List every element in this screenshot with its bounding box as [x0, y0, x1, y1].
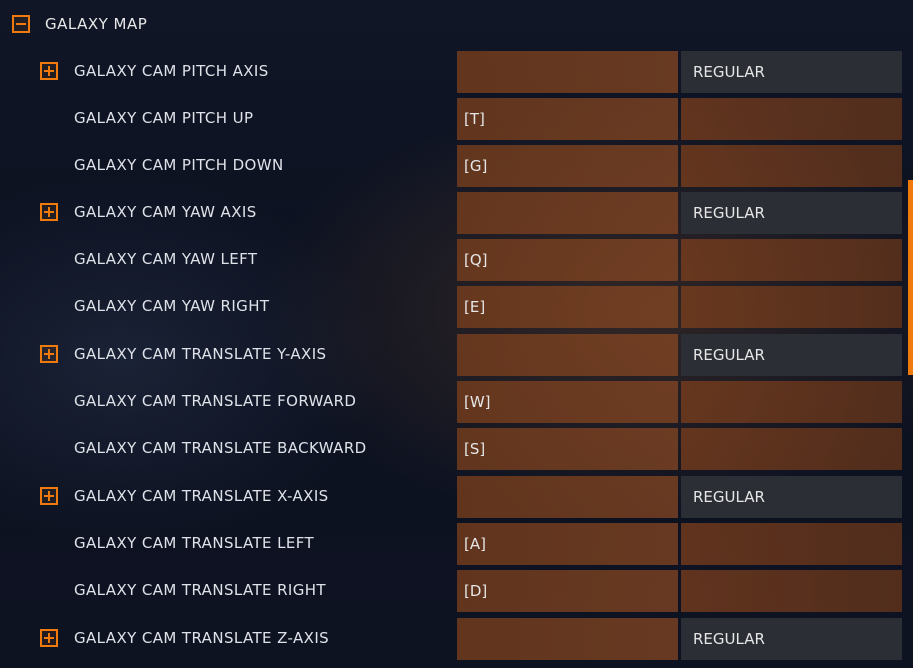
primary-binding-cell[interactable]: [457, 51, 678, 93]
binding-row-translate-right[interactable]: GALAXY CAM TRANSLATE RIGHT [D]: [0, 568, 913, 615]
row-label: GALAXY CAM TRANSLATE BACKWARD: [74, 439, 367, 457]
scrollbar-thumb[interactable]: [908, 180, 913, 375]
expand-plus-icon[interactable]: [40, 62, 58, 80]
secondary-binding-cell[interactable]: [681, 98, 902, 140]
primary-binding-cell[interactable]: [D]: [457, 570, 678, 612]
row-label: GALAXY CAM TRANSLATE FORWARD: [74, 392, 357, 410]
binding-row-yaw-axis[interactable]: GALAXY CAM YAW AXIS REGULAR: [0, 190, 913, 237]
expand-plus-icon[interactable]: [40, 629, 58, 647]
binding-row-yaw-left[interactable]: GALAXY CAM YAW LEFT [Q]: [0, 237, 913, 284]
controls-screen: GALAXY MAP GALAXY CAM PITCH AXIS REGULAR…: [0, 0, 913, 668]
axis-mode-cell[interactable]: REGULAR: [681, 334, 902, 376]
section-header-galaxy-map[interactable]: GALAXY MAP: [0, 0, 913, 48]
primary-binding-cell[interactable]: [G]: [457, 145, 678, 187]
row-label: GALAXY CAM TRANSLATE Y-AXIS: [74, 345, 327, 363]
primary-binding-cell[interactable]: [457, 476, 678, 518]
secondary-binding-cell[interactable]: [681, 381, 902, 423]
binding-row-translate-left[interactable]: GALAXY CAM TRANSLATE LEFT [A]: [0, 521, 913, 568]
binding-row-translate-forward[interactable]: GALAXY CAM TRANSLATE FORWARD [W]: [0, 379, 913, 426]
row-label: GALAXY CAM YAW LEFT: [74, 250, 258, 268]
binding-row-translate-y-axis[interactable]: GALAXY CAM TRANSLATE Y-AXIS REGULAR: [0, 332, 913, 379]
primary-binding-cell[interactable]: [A]: [457, 523, 678, 565]
binding-row-pitch-up[interactable]: GALAXY CAM PITCH UP [T]: [0, 96, 913, 143]
row-label: GALAXY CAM PITCH DOWN: [74, 156, 284, 174]
secondary-binding-cell[interactable]: [681, 239, 902, 281]
binding-row-translate-backward[interactable]: GALAXY CAM TRANSLATE BACKWARD [S]: [0, 426, 913, 473]
binding-row-translate-z-axis[interactable]: GALAXY CAM TRANSLATE Z-AXIS REGULAR: [0, 616, 913, 663]
row-label: GALAXY CAM YAW RIGHT: [74, 297, 270, 315]
primary-binding-cell[interactable]: [Q]: [457, 239, 678, 281]
expand-plus-icon[interactable]: [40, 487, 58, 505]
primary-binding-cell[interactable]: [457, 618, 678, 660]
binding-row-translate-x-axis[interactable]: GALAXY CAM TRANSLATE X-AXIS REGULAR: [0, 474, 913, 521]
primary-binding-cell[interactable]: [E]: [457, 286, 678, 328]
axis-mode-cell[interactable]: REGULAR: [681, 192, 902, 234]
expand-plus-icon[interactable]: [40, 203, 58, 221]
row-label: GALAXY CAM TRANSLATE LEFT: [74, 534, 315, 552]
row-label: GALAXY CAM TRANSLATE Z-AXIS: [74, 629, 330, 647]
secondary-binding-cell[interactable]: [681, 145, 902, 187]
row-label: GALAXY CAM YAW AXIS: [74, 203, 257, 221]
secondary-binding-cell[interactable]: [681, 286, 902, 328]
axis-mode-cell[interactable]: REGULAR: [681, 476, 902, 518]
primary-binding-cell[interactable]: [457, 334, 678, 376]
axis-mode-cell[interactable]: REGULAR: [681, 618, 902, 660]
primary-binding-cell[interactable]: [W]: [457, 381, 678, 423]
binding-row-yaw-right[interactable]: GALAXY CAM YAW RIGHT [E]: [0, 284, 913, 331]
primary-binding-cell[interactable]: [T]: [457, 98, 678, 140]
secondary-binding-cell[interactable]: [681, 570, 902, 612]
binding-row-pitch-axis[interactable]: GALAXY CAM PITCH AXIS REGULAR: [0, 49, 913, 96]
expand-plus-icon[interactable]: [40, 345, 58, 363]
axis-mode-cell[interactable]: REGULAR: [681, 51, 902, 93]
row-label: GALAXY CAM PITCH AXIS: [74, 62, 269, 80]
secondary-binding-cell[interactable]: [681, 428, 902, 470]
binding-row-pitch-down[interactable]: GALAXY CAM PITCH DOWN [G]: [0, 143, 913, 190]
row-label: GALAXY CAM TRANSLATE X-AXIS: [74, 487, 329, 505]
primary-binding-cell[interactable]: [S]: [457, 428, 678, 470]
row-label: GALAXY CAM TRANSLATE RIGHT: [74, 581, 326, 599]
collapse-minus-icon[interactable]: [12, 15, 30, 33]
section-title: GALAXY MAP: [45, 15, 148, 33]
row-label: GALAXY CAM PITCH UP: [74, 109, 254, 127]
primary-binding-cell[interactable]: [457, 192, 678, 234]
secondary-binding-cell[interactable]: [681, 523, 902, 565]
